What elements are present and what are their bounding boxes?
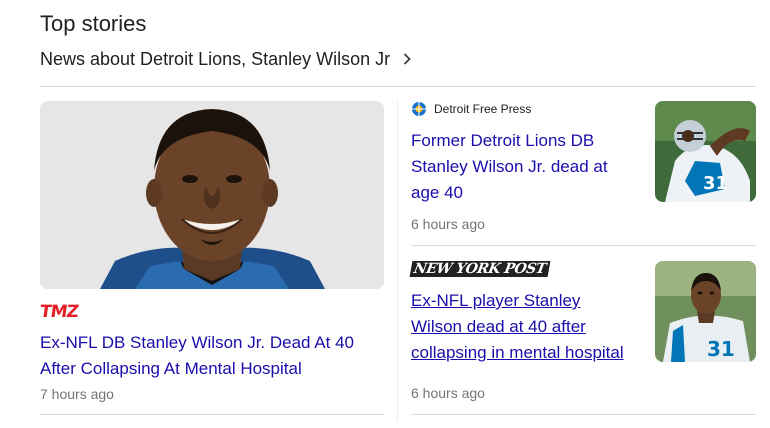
source-name: Detroit Free Press xyxy=(434,102,532,116)
topic-link[interactable]: News about Detroit Lions, Stanley Wilson… xyxy=(40,47,414,71)
story-time: 7 hours ago xyxy=(40,386,114,402)
header-divider xyxy=(40,86,756,87)
story-headline[interactable]: Ex-NFL DB Stanley Wilson Jr. Dead At 40 … xyxy=(40,330,380,382)
player-sideline-photo: 31 xyxy=(655,261,756,362)
story-card-nypost[interactable]: NEW YORK POST Ex-NFL player Stanley Wils… xyxy=(409,261,756,401)
new-york-post-logo: NEW YORK POST xyxy=(409,261,551,277)
detroit-free-press-logo-icon xyxy=(412,102,426,116)
card-divider xyxy=(411,245,756,246)
story-card-freep[interactable]: Detroit Free Press Former Detroit Lions … xyxy=(411,101,756,233)
story-source: Detroit Free Press xyxy=(411,101,531,117)
player-action-photo: 31 xyxy=(655,101,756,202)
story-card-tmz[interactable]: TMZ Ex-NFL DB Stanley Wilson Jr. Dead At… xyxy=(38,101,384,413)
card-divider xyxy=(40,414,384,415)
story-headline[interactable]: Ex-NFL player Stanley Wilson dead at 40 … xyxy=(411,288,626,366)
card-divider xyxy=(411,414,756,415)
section-title: Top stories xyxy=(40,11,147,36)
story-thumbnail: 31 xyxy=(655,261,756,362)
player-portrait-image xyxy=(40,101,384,289)
chevron-right-icon xyxy=(404,53,411,65)
topic-link-label: News about Detroit Lions, Stanley Wilson… xyxy=(40,49,391,69)
story-time: 6 hours ago xyxy=(411,216,485,232)
column-divider xyxy=(397,101,398,421)
story-thumbnail: 31 xyxy=(655,101,756,202)
svg-text:31: 31 xyxy=(707,337,735,361)
tmz-logo: TMZ xyxy=(38,302,80,322)
story-headline[interactable]: Former Detroit Lions DB Stanley Wilson J… xyxy=(411,128,626,206)
story-source: NEW YORK POST xyxy=(409,261,551,277)
story-time: 6 hours ago xyxy=(411,385,485,401)
svg-text:31: 31 xyxy=(703,173,728,194)
story-thumbnail xyxy=(40,101,384,289)
